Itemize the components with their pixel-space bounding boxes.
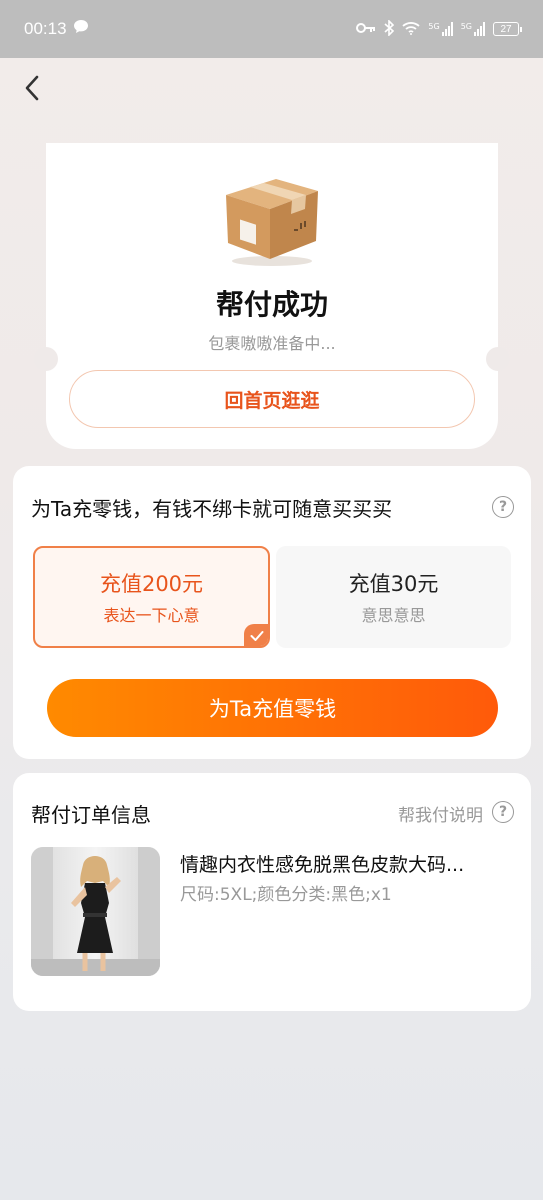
success-title: 帮付成功 (215, 288, 328, 321)
question-circle-icon[interactable]: ? (492, 801, 514, 823)
topup-option-amount: 充值200元 (99, 572, 204, 596)
question-circle-icon[interactable]: ? (492, 496, 514, 518)
check-icon (244, 624, 268, 646)
signal-icon: 5G (428, 22, 453, 36)
status-time: 00:13 (24, 19, 67, 38)
topup-option-amount: 充值30元 (348, 572, 439, 596)
signal-icon: 5G (461, 22, 485, 36)
success-subtitle: 包裹嗷嗷准备中... (208, 334, 336, 353)
topup-option-200[interactable]: 充值200元 表达一下心意 (33, 546, 270, 648)
order-title: 帮付订单信息 (31, 803, 151, 827)
wifi-icon (402, 21, 421, 38)
topup-option-desc: 表达一下心意 (103, 606, 200, 625)
chevron-left-icon (24, 75, 40, 105)
status-right: 5G 5G 27 (356, 18, 522, 39)
topup-option-desc: 意思意思 (361, 606, 426, 625)
status-bar: 00:13 5G 5G 27 (0, 0, 543, 58)
back-to-home-button[interactable]: 回首页逛逛 (69, 370, 475, 428)
topup-title: 为Ta充零钱，有钱不绑卡就可随意买买买 (31, 497, 393, 521)
topup-option-30[interactable]: 充值30元 意思意思 (276, 546, 511, 648)
network-type-label: 5G (428, 22, 440, 31)
bluetooth-icon (384, 18, 395, 39)
package-box-icon (220, 165, 324, 269)
network-type-label: 5G (460, 22, 472, 31)
back-button[interactable] (14, 72, 50, 108)
topup-button[interactable]: 为Ta充值零钱 (47, 679, 498, 737)
status-left: 00:13 (24, 19, 89, 39)
order-info-card: 帮付订单信息 帮我付说明 ? 情趣内衣性感免脱黑色皮款大码... 尺码:5XL;… (13, 773, 531, 1011)
battery-level: 27 (500, 23, 512, 35)
product-image[interactable] (31, 847, 160, 976)
product-spec: 尺码:5XL;颜色分类:黑色;x1 (180, 885, 392, 905)
battery-icon: 27 (493, 22, 522, 36)
product-name[interactable]: 情趣内衣性感免脱黑色皮款大码... (180, 850, 510, 877)
key-icon (356, 22, 376, 37)
order-help-link[interactable]: 帮我付说明 (398, 801, 483, 826)
chat-bubble-icon (73, 19, 89, 39)
payment-success-card: 帮付成功 包裹嗷嗷准备中... 回首页逛逛 (34, 143, 510, 449)
topup-card: 为Ta充零钱，有钱不绑卡就可随意买买买 ? 充值200元 表达一下心意 充值30… (13, 466, 531, 759)
